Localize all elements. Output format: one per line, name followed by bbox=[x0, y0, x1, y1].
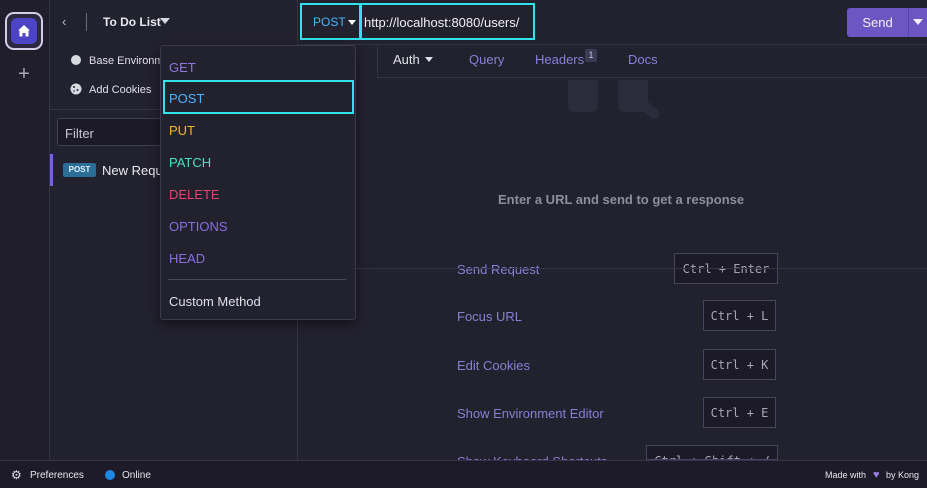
cookie-icon bbox=[70, 83, 82, 95]
workspace-name[interactable]: To Do List bbox=[103, 15, 161, 29]
empty-state-illustration bbox=[568, 80, 660, 119]
environment-dot-icon bbox=[71, 55, 81, 65]
empty-response-message: Enter a URL and send to get a response bbox=[498, 192, 745, 207]
home-button[interactable] bbox=[5, 12, 43, 50]
tab-auth[interactable]: Auth bbox=[393, 52, 420, 67]
shortcut-label: Focus URL bbox=[457, 309, 523, 324]
caret-down-icon[interactable] bbox=[160, 18, 170, 24]
send-button[interactable]: Send bbox=[847, 8, 908, 37]
divider bbox=[168, 279, 346, 280]
active-indicator bbox=[50, 154, 53, 186]
tab-headers[interactable]: Headers bbox=[535, 52, 584, 67]
request-item[interactable]: New Requ bbox=[102, 163, 163, 178]
request-method-badge: POST bbox=[63, 163, 96, 177]
method-option-delete[interactable]: DELETE bbox=[169, 187, 220, 202]
method-option-get[interactable]: GET bbox=[169, 60, 196, 75]
chevron-left-icon[interactable]: ‹ bbox=[62, 14, 66, 29]
online-status-icon bbox=[105, 470, 115, 480]
shortcut-key: Ctrl + Shift + / bbox=[646, 445, 778, 460]
plus-icon[interactable]: + bbox=[14, 63, 34, 86]
gear-icon[interactable]: ⚙ bbox=[11, 468, 22, 482]
method-option-post[interactable]: POST bbox=[169, 91, 204, 106]
home-icon bbox=[11, 18, 37, 44]
custom-method-option[interactable]: Custom Method bbox=[169, 294, 261, 309]
tab-docs[interactable]: Docs bbox=[628, 52, 658, 67]
method-option-put[interactable]: PUT bbox=[169, 123, 195, 138]
headers-count-badge: 1 bbox=[585, 49, 597, 62]
caret-down-icon bbox=[425, 57, 433, 62]
method-option-patch[interactable]: PATCH bbox=[169, 155, 211, 170]
online-status-label: Online bbox=[122, 470, 151, 481]
caret-down-icon bbox=[913, 19, 923, 25]
shortcut-label: Send Request bbox=[457, 262, 540, 277]
kong-link[interactable]: by Kong bbox=[886, 470, 919, 480]
method-option-options[interactable]: OPTIONS bbox=[169, 219, 228, 234]
shortcut-key: Ctrl + E bbox=[703, 397, 776, 428]
shortcut-key: Ctrl + K bbox=[703, 349, 776, 380]
heart-icon: ♥ bbox=[873, 469, 880, 481]
divider bbox=[298, 268, 927, 269]
tab-query[interactable]: Query bbox=[469, 52, 504, 67]
shortcut-label: Edit Cookies bbox=[457, 358, 530, 373]
filter-placeholder: Filter bbox=[65, 126, 94, 141]
method-option-head[interactable]: HEAD bbox=[169, 251, 205, 266]
url-value: http://localhost:8080/users/ bbox=[364, 15, 520, 30]
caret-down-icon bbox=[348, 20, 356, 25]
add-cookies-button[interactable]: Add Cookies bbox=[89, 84, 151, 96]
shortcut-key: Ctrl + L bbox=[703, 300, 776, 331]
preferences-button[interactable]: Preferences bbox=[30, 470, 84, 481]
method-label: POST bbox=[313, 15, 346, 29]
environment-selector[interactable]: Base Environm bbox=[89, 55, 164, 67]
divider bbox=[86, 13, 87, 31]
made-with-label: Made with bbox=[825, 470, 867, 480]
shortcut-label: Show Environment Editor bbox=[457, 406, 604, 421]
